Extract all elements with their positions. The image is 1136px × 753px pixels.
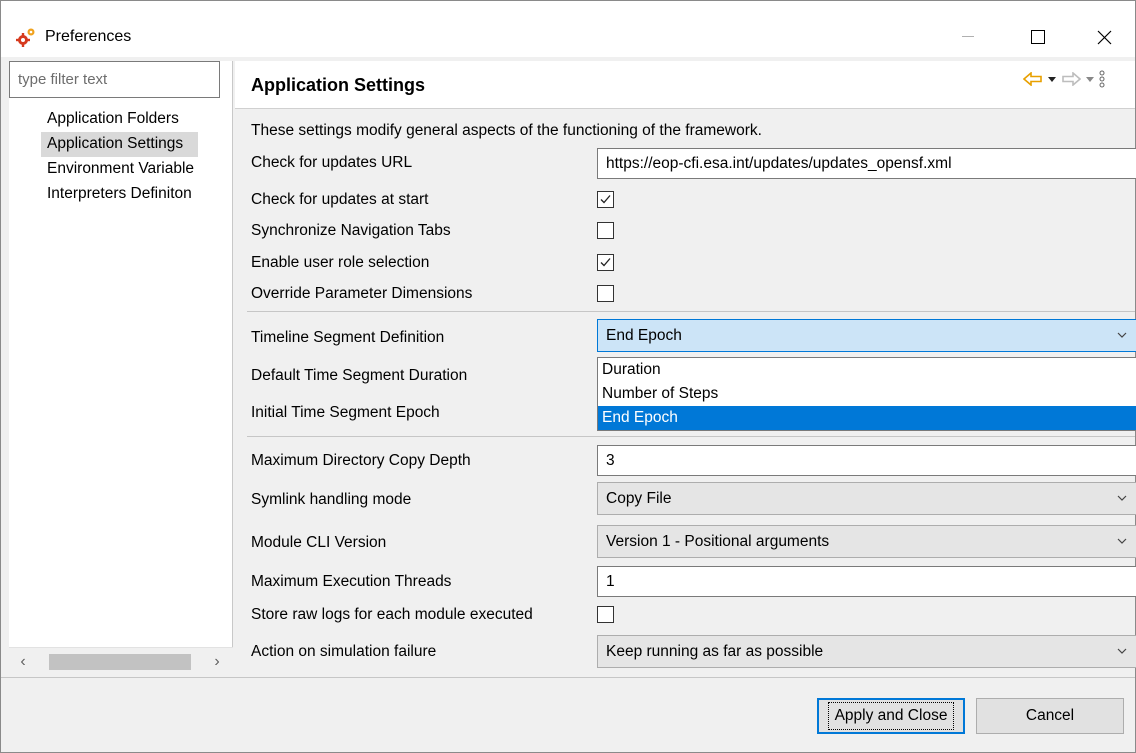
tree-item-application-settings[interactable]: Application Settings: [41, 132, 199, 157]
forward-arrow-icon[interactable]: [1061, 72, 1081, 86]
timeline-combo[interactable]: End Epoch: [597, 319, 1136, 352]
override-dims-label: Override Parameter Dimensions: [251, 285, 473, 302]
checkmark-icon: [600, 195, 611, 204]
preferences-window: Preferences Application Folders Applicat…: [0, 0, 1136, 753]
view-menu-icon[interactable]: [1099, 70, 1105, 88]
tree-horizontal-scrollbar[interactable]: ‹ ›: [9, 647, 233, 675]
apply-and-close-button[interactable]: Apply and Close: [817, 698, 965, 734]
scroll-right-icon[interactable]: ›: [203, 648, 231, 676]
minimize-icon: [962, 36, 974, 37]
app-gear-icon: [15, 26, 35, 47]
back-menu-chevron-icon[interactable]: [1047, 75, 1057, 83]
chevron-down-icon: [1117, 538, 1127, 544]
chevron-down-icon: [1117, 495, 1127, 501]
updates-url-label: Check for updates URL: [251, 154, 413, 171]
user-role-label: Enable user role selection: [251, 254, 430, 271]
dropdown-option-duration[interactable]: Duration: [598, 358, 1136, 382]
chevron-down-icon: [1117, 332, 1127, 338]
symlink-combo[interactable]: Copy File: [597, 482, 1136, 515]
minimize-button[interactable]: [945, 19, 991, 55]
window-title: Preferences: [45, 28, 132, 45]
apply-and-close-label: Apply and Close: [827, 702, 955, 730]
symlink-combo-value: Copy File: [606, 490, 672, 507]
override-dims-checkbox[interactable]: [597, 285, 614, 302]
sync-tabs-label: Synchronize Navigation Tabs: [251, 222, 451, 239]
page-description: These settings modify general aspects of…: [251, 122, 762, 139]
max-threads-label: Maximum Execution Threads: [251, 573, 452, 590]
default-duration-label: Default Time Segment Duration: [251, 367, 468, 384]
tree-item-environment-variable[interactable]: Environment Variable: [41, 157, 198, 182]
checkmark-icon: [600, 258, 611, 267]
close-icon: [1097, 30, 1111, 44]
max-copy-depth-label: Maximum Directory Copy Depth: [251, 452, 471, 469]
cli-version-combo[interactable]: Version 1 - Positional arguments: [597, 525, 1136, 558]
scroll-thumb[interactable]: [49, 654, 191, 670]
timeline-combo-value: End Epoch: [606, 327, 682, 344]
maximize-button[interactable]: [1015, 19, 1061, 55]
updates-url-field[interactable]: https://eop-cfi.esa.int/updates/updates_…: [597, 148, 1136, 179]
tree-item-application-folders[interactable]: Application Folders: [41, 107, 198, 132]
timeline-label: Timeline Segment Definition: [251, 329, 445, 346]
page-header: Application Settings: [235, 61, 1135, 109]
sim-failure-label: Action on simulation failure: [251, 643, 437, 660]
page-title: Application Settings: [251, 75, 426, 95]
settings-page: Application Settings These settings modi…: [235, 61, 1136, 675]
raw-logs-label: Store raw logs for each module executed: [251, 606, 533, 623]
page-navigation: [1023, 69, 1105, 89]
cancel-button[interactable]: Cancel: [976, 698, 1124, 734]
title-bar: Preferences: [1, 1, 1135, 57]
max-threads-field[interactable]: 1: [597, 566, 1136, 597]
cli-version-label: Module CLI Version: [251, 534, 387, 551]
sync-tabs-checkbox[interactable]: [597, 222, 614, 239]
check-updates-checkbox[interactable]: [597, 191, 614, 208]
scroll-left-icon[interactable]: ‹: [9, 648, 37, 676]
dropdown-option-end-epoch[interactable]: End Epoch: [598, 406, 1136, 430]
chevron-down-icon: [1117, 648, 1127, 654]
sim-failure-combo[interactable]: Keep running as far as possible: [597, 635, 1136, 668]
forward-menu-chevron-icon[interactable]: [1085, 75, 1095, 83]
user-role-checkbox[interactable]: [597, 254, 614, 271]
raw-logs-checkbox[interactable]: [597, 606, 614, 623]
check-updates-label: Check for updates at start: [251, 191, 429, 208]
section-separator: [247, 311, 1135, 312]
section-separator: [247, 436, 1135, 437]
timeline-dropdown-list: Duration Number of Steps End Epoch: [597, 357, 1136, 431]
filter-input[interactable]: [9, 61, 220, 98]
button-bar-separator: [1, 677, 1135, 678]
maximize-icon: [1031, 30, 1045, 44]
initial-epoch-label: Initial Time Segment Epoch: [251, 404, 440, 421]
max-copy-depth-field[interactable]: 3: [597, 445, 1136, 476]
preference-tree: Application Folders Application Settings…: [41, 107, 199, 207]
close-button[interactable]: [1081, 19, 1127, 55]
back-arrow-icon[interactable]: [1023, 72, 1043, 86]
preference-tree-panel: Application Folders Application Settings…: [9, 61, 233, 675]
sim-failure-combo-value: Keep running as far as possible: [606, 643, 824, 660]
dropdown-option-number-of-steps[interactable]: Number of Steps: [598, 382, 1136, 406]
cli-version-combo-value: Version 1 - Positional arguments: [606, 533, 830, 550]
tree-item-interpreters-definition[interactable]: Interpreters Definiton: [41, 182, 198, 207]
symlink-label: Symlink handling mode: [251, 491, 412, 508]
